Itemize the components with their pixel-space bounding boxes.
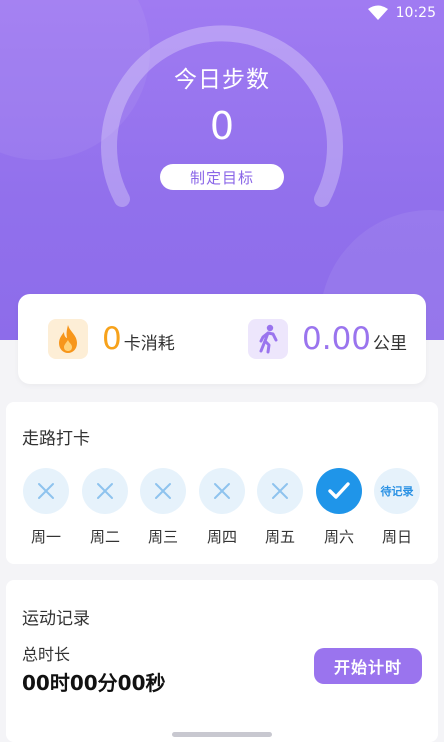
record-title: 运动记录 <box>22 609 90 629</box>
day-item[interactable]: 周四 <box>199 468 247 546</box>
day-label: 周一 <box>30 528 61 546</box>
day-item[interactable]: 周二 <box>82 468 130 546</box>
distance-value: 0.00 <box>302 321 372 357</box>
missed-x-icon <box>82 468 128 514</box>
day-item[interactable]: 周五 <box>257 468 305 546</box>
record-card: 运动记录 总时长 00时00分00秒 开始计时 <box>6 580 438 742</box>
missed-x-icon <box>199 468 245 514</box>
day-item[interactable]: 待记录 周日 <box>374 468 422 546</box>
home-indicator <box>172 732 272 737</box>
day-item[interactable]: 周三 <box>140 468 188 546</box>
checkin-card: 走路打卡 周一 周二 周三 周四 周五 周六 待记录周日 <box>6 402 438 564</box>
day-label: 周日 <box>381 528 412 546</box>
calories-unit: 卡消耗 <box>123 333 175 354</box>
missed-x-icon <box>257 468 303 514</box>
hero-header: 10:25 今日步数 0 制定目标 <box>0 0 444 340</box>
calories-stat: 0 卡消耗 <box>48 294 175 384</box>
missed-x-icon <box>23 468 69 514</box>
flame-icon <box>48 319 88 359</box>
walking-person-icon <box>248 319 288 359</box>
distance-unit: 公里 <box>373 333 408 354</box>
start-timer-button[interactable]: 开始计时 <box>314 648 422 684</box>
duration-label: 总时长 <box>22 645 71 664</box>
day-label: 周六 <box>323 528 354 546</box>
day-label: 周四 <box>206 528 237 546</box>
day-label: 周五 <box>264 528 295 546</box>
missed-x-icon <box>140 468 186 514</box>
checkmark-icon <box>316 468 362 514</box>
duration-value: 00时00分00秒 <box>22 671 166 695</box>
day-item[interactable]: 周六 <box>316 468 364 546</box>
day-item[interactable]: 周一 <box>23 468 71 546</box>
day-label: 周三 <box>147 528 178 546</box>
set-goal-button[interactable]: 制定目标 <box>160 164 284 190</box>
calories-value: 0 <box>102 321 122 357</box>
stats-card: 0 卡消耗 0.00 公里 <box>18 294 426 384</box>
day-label: 周二 <box>89 528 120 546</box>
pending-badge: 待记录 <box>374 468 420 514</box>
page-title: 今日步数 <box>174 67 270 93</box>
step-count: 0 <box>209 104 235 148</box>
checkin-title: 走路打卡 <box>22 429 90 449</box>
distance-stat: 0.00 公里 <box>248 294 407 384</box>
